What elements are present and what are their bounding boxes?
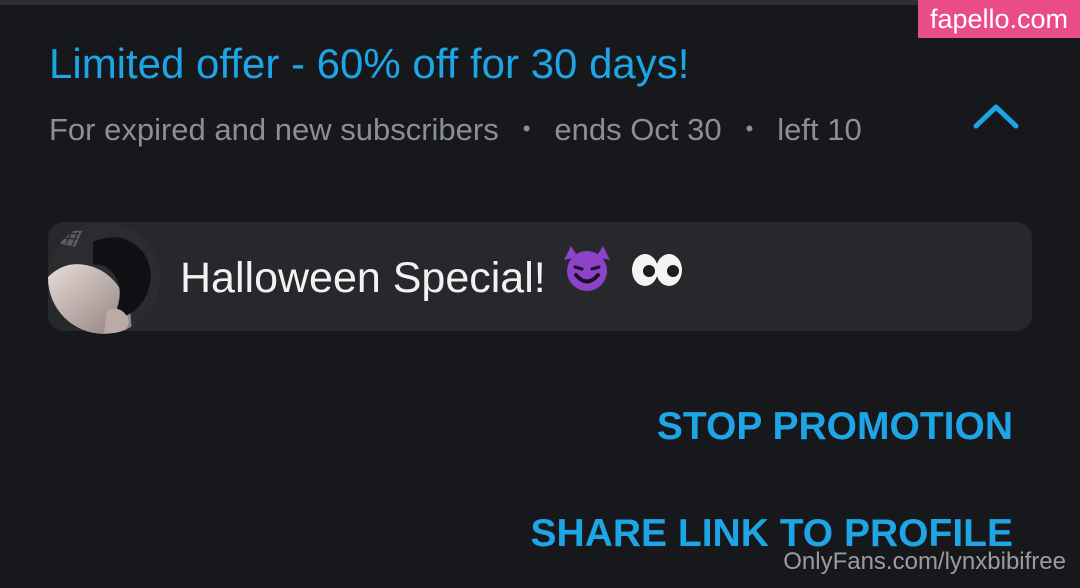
chevron-up-icon	[973, 104, 1019, 129]
offer-left-count: 10	[827, 112, 862, 147]
watermark-top: fapello.com	[918, 0, 1080, 38]
meta-separator: •	[745, 116, 754, 141]
promotion-message: Halloween Special!	[180, 246, 686, 313]
collapse-button[interactable]	[960, 92, 1032, 144]
eyes-icon	[628, 247, 686, 306]
offer-end-date: ends Oct 30	[554, 112, 722, 147]
meta-separator: •	[522, 116, 531, 141]
watermark-bottom: OnlyFans.com/lynxbibifree	[783, 548, 1066, 575]
offer-title: Limited offer - 60% off for 30 days!	[49, 40, 690, 87]
avatar[interactable]	[48, 222, 160, 334]
top-divider	[0, 0, 1020, 5]
offer-audience: For expired and new subscribers	[49, 112, 499, 147]
avatar-photo	[48, 222, 160, 334]
offer-meta: For expired and new subscribers • ends Oct…	[49, 106, 949, 157]
promotion-message-text: Halloween Special!	[180, 253, 546, 302]
stop-promotion-button[interactable]: STOP PROMOTION	[657, 403, 1013, 451]
offer-left-label: left	[777, 112, 819, 147]
smiling-devil-icon	[558, 244, 616, 309]
